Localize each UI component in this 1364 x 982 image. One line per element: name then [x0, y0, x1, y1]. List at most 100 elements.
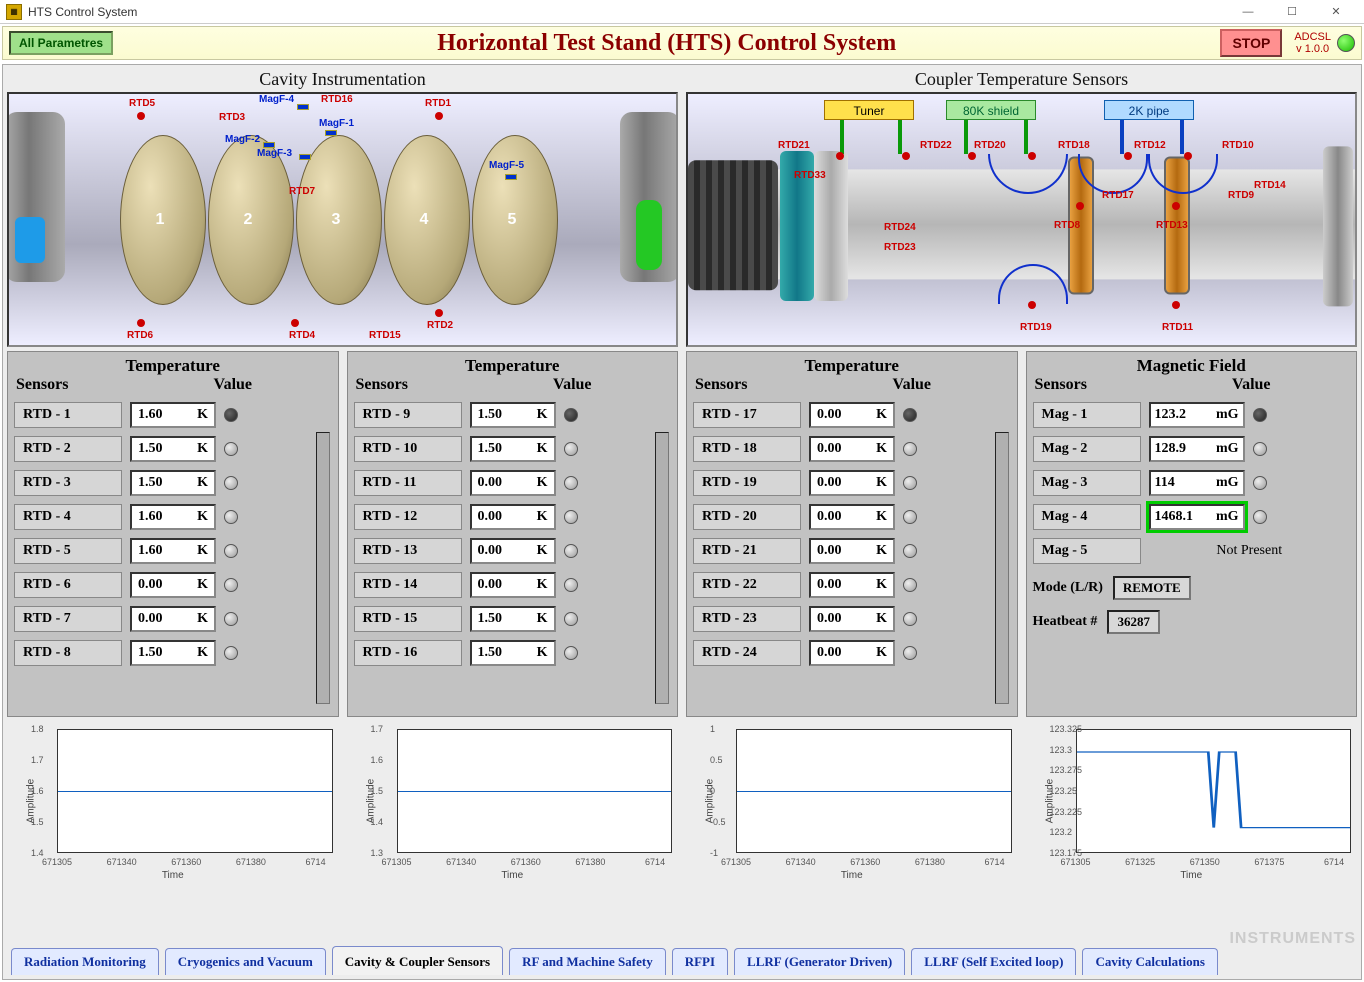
sensor-row[interactable]: RTD - 200.00K [693, 502, 1011, 532]
sensor-name: RTD - 14 [354, 572, 462, 598]
header-bar: All Parametres Horizontal Test Stand (HT… [2, 26, 1362, 60]
sensor-row[interactable]: Mag - 1123.2mG [1033, 400, 1351, 430]
x-axis-label: Time [162, 870, 184, 881]
sensor-value: 0.00K [809, 402, 895, 428]
maximize-button[interactable]: ☐ [1270, 2, 1314, 22]
sensor-name: RTD - 16 [354, 640, 462, 666]
sensor-panel-3: Magnetic FieldSensorsValueMag - 1123.2mG… [1026, 351, 1358, 717]
tab-rfpi[interactable]: RFPI [672, 948, 728, 975]
tab-cavity-calculations[interactable]: Cavity Calculations [1082, 948, 1217, 975]
sensor-led-icon [903, 408, 917, 422]
sensor-row[interactable]: Mag - 3114mG [1033, 468, 1351, 498]
window-title: HTS Control System [28, 5, 137, 19]
sensor-row[interactable]: RTD - 220.00K [693, 570, 1011, 600]
sensor-value: 0.00K [130, 606, 216, 632]
sensor-row[interactable]: RTD - 120.00K [354, 502, 672, 532]
sensor-row[interactable]: RTD - 70.00K [14, 604, 332, 634]
sensor-value: 1.50K [130, 640, 216, 666]
sensor-name: RTD - 19 [693, 470, 801, 496]
sensor-led-icon [1253, 476, 1267, 490]
panel-scrollbar[interactable] [995, 432, 1009, 704]
tab-llrf-generator-driven-[interactable]: LLRF (Generator Driven) [734, 948, 905, 975]
sensor-value: 0.00K [809, 572, 895, 598]
sensor-name: RTD - 3 [14, 470, 122, 496]
sensor-row[interactable]: RTD - 240.00K [693, 638, 1011, 668]
amplitude-chart-2[interactable]: AmplitudeTime-1-0.500.516713056713406713… [686, 721, 1018, 881]
tab-cryogenics-and-vacuum[interactable]: Cryogenics and Vacuum [165, 948, 326, 975]
all-parameters-button[interactable]: All Parametres [9, 31, 113, 55]
tab-llrf-self-excited-loop-[interactable]: LLRF (Self Excited loop) [911, 948, 1076, 975]
sensor-row[interactable]: RTD - 180.00K [693, 434, 1011, 464]
sensor-name: Mag - 1 [1033, 402, 1141, 428]
2k-pipe-badge: 2K pipe [1104, 100, 1194, 120]
sensor-value: 0.00K [809, 538, 895, 564]
mode-label: Mode (L/R) [1033, 580, 1103, 596]
sensor-row[interactable]: RTD - 130.00K [354, 536, 672, 566]
heartbeat-label: Heatbeat # [1033, 614, 1098, 630]
mode-value: REMOTE [1113, 576, 1191, 600]
cavity-diagram: 1 2 3 4 5 RTD5 RTD3 MagF-4 RTD16 RTD1 Ma… [7, 92, 678, 347]
sensor-row[interactable]: RTD - 230.00K [693, 604, 1011, 634]
sensor-row[interactable]: RTD - 11.60K [14, 400, 332, 430]
sensor-led-icon [903, 510, 917, 524]
sensor-row[interactable]: Mag - 2128.9mG [1033, 434, 1351, 464]
sensor-row[interactable]: RTD - 110.00K [354, 468, 672, 498]
sensor-led-icon [903, 646, 917, 660]
amplitude-chart-1[interactable]: AmplitudeTime1.31.41.51.61.7671305671340… [347, 721, 679, 881]
sensor-row[interactable]: RTD - 51.60K [14, 536, 332, 566]
amplitude-chart-3[interactable]: AmplitudeTime123.175123.2123.225123.2512… [1026, 721, 1358, 881]
panel-title: Magnetic Field [1033, 356, 1351, 376]
sensor-led-icon [903, 476, 917, 490]
panel-title: Temperature [354, 356, 672, 376]
sensor-name: RTD - 4 [14, 504, 122, 530]
sensor-name: RTD - 8 [14, 640, 122, 666]
sensor-row[interactable]: RTD - 140.00K [354, 570, 672, 600]
sensor-name: RTD - 10 [354, 436, 462, 462]
sensor-led-icon [224, 442, 238, 456]
sensor-led-icon [224, 646, 238, 660]
sensor-row[interactable]: RTD - 19 0.00K [693, 468, 1011, 498]
sensor-led-icon [564, 408, 578, 422]
panel-scrollbar[interactable] [316, 432, 330, 704]
sensor-row[interactable]: RTD - 210.00K [693, 536, 1011, 566]
sensor-name: RTD - 6 [14, 572, 122, 598]
sensor-value: 0.00K [809, 640, 895, 666]
app-icon: ▦ [6, 4, 22, 20]
close-button[interactable]: ✕ [1314, 2, 1358, 22]
sensor-led-icon [564, 544, 578, 558]
sensor-row[interactable]: Mag - 41468.1mG [1033, 502, 1351, 532]
sensor-name: RTD - 9 [354, 402, 462, 428]
sensor-row[interactable]: RTD - 170.00K [693, 400, 1011, 430]
sensor-row[interactable]: RTD - 101.50K [354, 434, 672, 464]
sensor-name: RTD - 1 [14, 402, 122, 428]
sensor-led-icon [224, 612, 238, 626]
sensor-led-icon [564, 476, 578, 490]
sensor-led-icon [564, 612, 578, 626]
sensor-panel-2: TemperatureSensorsValueRTD - 170.00KRTD … [686, 351, 1018, 717]
sensor-value: 1.60K [130, 504, 216, 530]
sensor-led-icon [903, 612, 917, 626]
sensor-row[interactable]: RTD - 8 1.50K [14, 638, 332, 668]
sensor-name: RTD - 13 [354, 538, 462, 564]
sensor-row[interactable]: RTD - 91.50K [354, 400, 672, 430]
sensor-name: RTD - 2 [14, 436, 122, 462]
stop-button[interactable]: STOP [1220, 29, 1282, 57]
tab-radiation-monitoring[interactable]: Radiation Monitoring [11, 948, 159, 975]
sensor-value: 0.00K [809, 470, 895, 496]
amplitude-chart-0[interactable]: AmplitudeTime1.41.51.61.71.8671305671340… [7, 721, 339, 881]
tab-rf-and-machine-safety[interactable]: RF and Machine Safety [509, 948, 666, 975]
sensor-row[interactable]: RTD - 60.00K [14, 570, 332, 600]
sensor-row[interactable]: RTD - 21.50K [14, 434, 332, 464]
sensor-name: RTD - 15 [354, 606, 462, 632]
sensor-led-icon [564, 510, 578, 524]
sensor-name: Mag - 3 [1033, 470, 1141, 496]
sensor-row[interactable]: RTD - 31.50K [14, 468, 332, 498]
sensor-row[interactable]: RTD - 151.50K [354, 604, 672, 634]
sensor-row[interactable]: RTD - 161.50K [354, 638, 672, 668]
sensor-row[interactable]: RTD - 4 1.60K [14, 502, 332, 532]
sensor-value: 1.60K [130, 538, 216, 564]
panel-scrollbar[interactable] [655, 432, 669, 704]
tab-cavity-coupler-sensors[interactable]: Cavity & Coupler Sensors [332, 946, 503, 975]
sensor-row[interactable]: Mag - 5Not Present [1033, 536, 1351, 566]
minimize-button[interactable]: — [1226, 2, 1270, 22]
